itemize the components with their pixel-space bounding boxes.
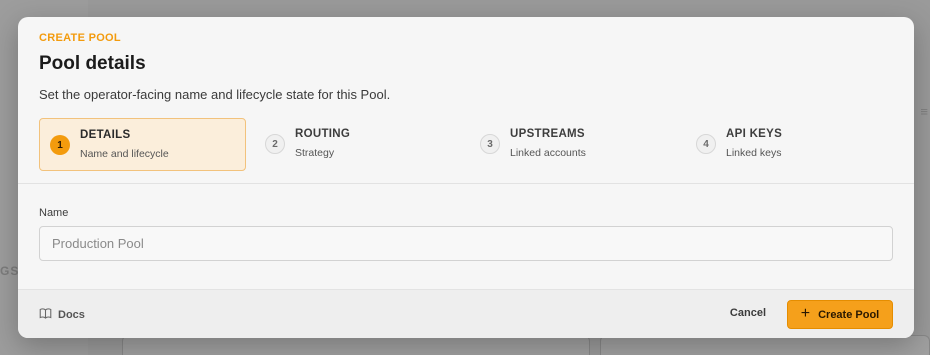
stepper: 1 DETAILS Name and lifecycle 2 ROUTING S… <box>39 118 899 171</box>
book-icon <box>39 307 52 323</box>
dialog-footer: Docs Cancel + Create Pool <box>18 289 914 338</box>
step-subtitle: Linked accounts <box>510 147 586 159</box>
step-number: 1 <box>50 135 70 155</box>
plus-icon: + <box>800 305 811 322</box>
step-title: DETAILS <box>80 129 131 141</box>
docs-link[interactable]: Docs <box>39 307 85 323</box>
backdrop-menu-icon: ≡ <box>920 104 928 119</box>
dialog-subtitle: Set the operator-facing name and lifecyc… <box>39 87 391 102</box>
section-divider <box>18 183 914 184</box>
backdrop-card <box>122 335 590 355</box>
backdrop-side-text: GS <box>0 264 20 278</box>
step-title: UPSTREAMS <box>510 128 585 140</box>
create-pool-label: Create Pool <box>818 308 880 321</box>
step-subtitle: Name and lifecycle <box>80 148 169 160</box>
step-number: 2 <box>265 134 285 154</box>
docs-label: Docs <box>58 309 85 321</box>
step-api-keys[interactable]: 4 API KEYS Linked keys <box>686 118 893 171</box>
dialog-eyebrow: CREATE POOL <box>39 32 121 44</box>
cancel-button[interactable]: Cancel <box>730 307 766 319</box>
create-pool-dialog: CREATE POOL Pool details Set the operato… <box>18 17 914 338</box>
step-number: 4 <box>696 134 716 154</box>
step-subtitle: Linked keys <box>726 147 782 159</box>
step-subtitle: Strategy <box>295 147 335 159</box>
step-details[interactable]: 1 DETAILS Name and lifecycle <box>39 118 246 171</box>
step-title: API KEYS <box>726 128 783 140</box>
name-input[interactable] <box>39 226 893 261</box>
name-field-label: Name <box>39 207 69 219</box>
step-routing[interactable]: 2 ROUTING Strategy <box>255 118 462 171</box>
dialog-title: Pool details <box>39 53 146 74</box>
backdrop-card <box>600 335 930 355</box>
step-upstreams[interactable]: 3 UPSTREAMS Linked accounts <box>470 118 677 171</box>
create-pool-button[interactable]: + Create Pool <box>787 300 893 329</box>
step-title: ROUTING <box>295 128 351 140</box>
step-number: 3 <box>480 134 500 154</box>
